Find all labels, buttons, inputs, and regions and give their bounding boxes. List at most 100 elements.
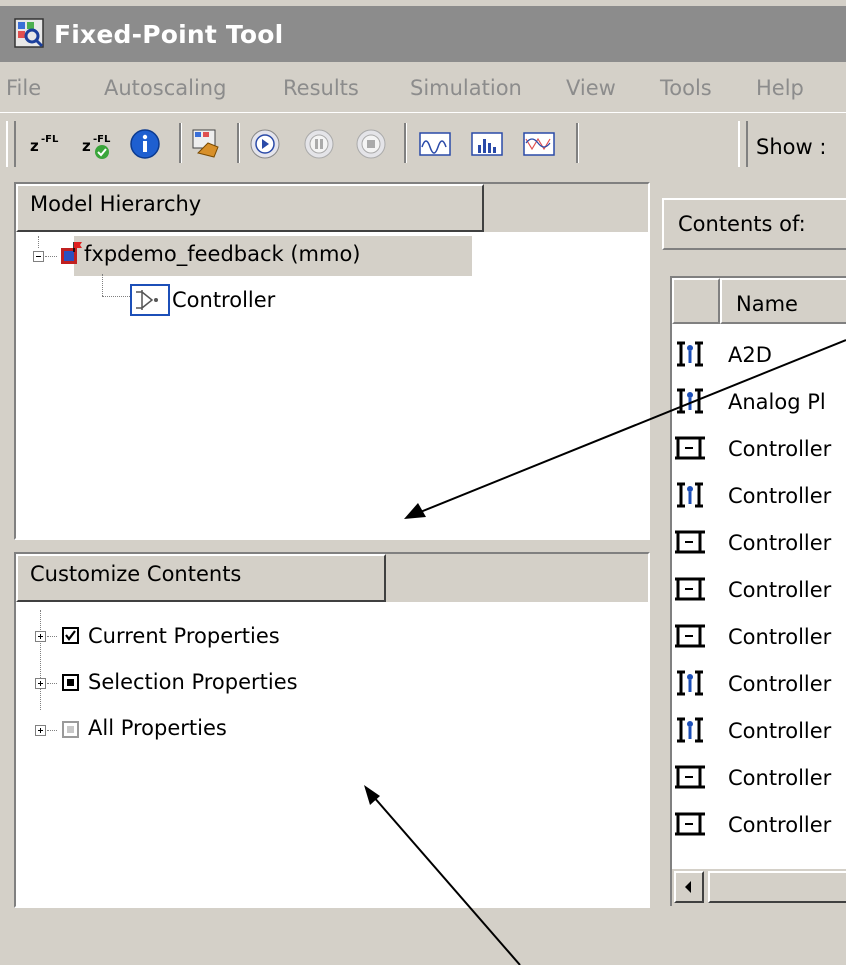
customize-contents-pane: Customize Contents Current Properties Se…	[14, 552, 650, 908]
model-hierarchy-header[interactable]: Model Hierarchy	[16, 184, 484, 232]
toolbar-grip[interactable]	[738, 121, 748, 167]
tree-line	[47, 636, 57, 637]
status-bar	[0, 912, 846, 965]
signal-icon	[677, 482, 703, 508]
row-name: Controller	[728, 719, 832, 743]
menu-bar: File Autoscaling Results Simulation View…	[0, 62, 846, 112]
checkbox-selection-properties[interactable]	[62, 674, 79, 691]
menu-simulation[interactable]: Simulation	[410, 76, 522, 100]
customize-contents-header[interactable]: Customize Contents	[16, 554, 386, 602]
tree-line	[102, 296, 130, 297]
tree-line	[47, 683, 57, 684]
toolbar-separator	[404, 123, 407, 163]
start-icon[interactable]	[248, 127, 282, 161]
checkmark-icon	[65, 630, 76, 641]
table-row[interactable]: Controller	[672, 708, 846, 754]
table-row[interactable]: Controller	[672, 473, 846, 519]
table-row[interactable]: Controller	[672, 614, 846, 660]
table-row[interactable]: Controller	[672, 567, 846, 613]
explore-icon[interactable]	[190, 127, 224, 161]
block-icon	[675, 624, 705, 648]
row-name: Controller	[728, 625, 832, 649]
contents-of-box: Contents of:	[662, 198, 846, 250]
block-icon	[675, 765, 705, 789]
subsystem-icon	[130, 284, 170, 316]
model-icon	[61, 242, 82, 264]
contents-of-label: Contents of:	[678, 212, 806, 236]
header-filler	[386, 554, 648, 602]
plot-compare-icon[interactable]	[522, 127, 556, 161]
block-icon	[675, 436, 705, 460]
checkbox-current-properties[interactable]	[62, 627, 79, 644]
row-name: Controller	[728, 672, 832, 696]
tree-item-model[interactable]: fxpdemo_feedback (mmo)	[84, 242, 361, 266]
block-icon	[675, 530, 705, 554]
signal-icon	[677, 388, 703, 414]
show-label: Show :	[756, 135, 827, 159]
menu-file[interactable]: File	[6, 76, 41, 100]
collapse-icon[interactable]	[33, 251, 44, 262]
menu-results[interactable]: Results	[283, 76, 359, 100]
propose-fl-icon[interactable]: z -FL	[28, 127, 62, 161]
row-name: Analog Pl	[728, 390, 826, 414]
histogram-icon[interactable]	[470, 127, 504, 161]
menu-help[interactable]: Help	[756, 76, 804, 100]
expand-icon[interactable]	[35, 678, 46, 689]
column-header-icon[interactable]	[672, 278, 720, 324]
row-name: Controller	[728, 766, 832, 790]
table-row[interactable]: Controller	[672, 426, 846, 472]
table-row[interactable]: Controller	[672, 661, 846, 707]
toolbar-grip[interactable]	[6, 121, 16, 167]
toolbar-separator	[576, 123, 579, 163]
svg-text:-FL: -FL	[41, 134, 59, 145]
column-header-name[interactable]: Name	[720, 278, 846, 324]
block-icon	[675, 577, 705, 601]
toolbar-separator	[179, 123, 182, 163]
selection-properties-label: Selection Properties	[88, 670, 298, 694]
plot-signal-icon[interactable]	[418, 127, 452, 161]
pause-icon[interactable]	[302, 127, 336, 161]
header-filler	[484, 184, 648, 232]
svg-text:z: z	[82, 137, 91, 155]
stop-icon[interactable]	[354, 127, 388, 161]
partial-check-icon	[67, 679, 74, 686]
row-name: Controller	[728, 484, 832, 508]
tree-line	[45, 256, 57, 257]
row-name: Controller	[728, 813, 832, 837]
title-bar[interactable]: Fixed-Point Tool	[0, 6, 846, 62]
horizontal-scrollbar[interactable]	[672, 868, 846, 907]
apply-fl-icon[interactable]: z -FL	[80, 127, 114, 161]
table-row[interactable]: Controller	[672, 520, 846, 566]
menu-view[interactable]: View	[566, 76, 616, 100]
model-hierarchy-pane: Model Hierarchy fxpdemo_feedback (mmo) C…	[14, 182, 650, 540]
toolbar-separator	[237, 123, 240, 163]
signal-icon	[677, 670, 703, 696]
tree-line	[102, 274, 103, 296]
toolbar: z -FL z -FL	[0, 112, 846, 175]
expand-icon[interactable]	[35, 725, 46, 736]
all-properties-label: All Properties	[88, 716, 227, 740]
app-icon	[14, 18, 44, 48]
checkbox-all-properties[interactable]	[62, 721, 79, 738]
window-title: Fixed-Point Tool	[54, 20, 284, 49]
scroll-thumb[interactable]	[708, 871, 846, 903]
row-name: Controller	[728, 531, 832, 555]
signal-icon	[677, 717, 703, 743]
tree-line	[47, 730, 57, 731]
table-row[interactable]: Analog Pl	[672, 379, 846, 425]
current-properties-label: Current Properties	[88, 624, 280, 648]
svg-text:-FL: -FL	[93, 134, 111, 145]
disabled-check-icon	[67, 726, 74, 733]
table-row[interactable]: A2D	[672, 332, 846, 378]
expand-icon[interactable]	[35, 631, 46, 642]
menu-autoscaling[interactable]: Autoscaling	[104, 76, 226, 100]
scroll-left-button[interactable]	[674, 871, 704, 903]
row-name: A2D	[728, 343, 772, 367]
table-row[interactable]: Controller	[672, 755, 846, 801]
menu-tools[interactable]: Tools	[660, 76, 712, 100]
tree-item-controller[interactable]: Controller	[172, 288, 275, 312]
info-icon[interactable]	[128, 127, 162, 161]
svg-text:z: z	[30, 137, 39, 155]
row-name: Controller	[728, 437, 832, 461]
table-row[interactable]: Controller	[672, 802, 846, 848]
